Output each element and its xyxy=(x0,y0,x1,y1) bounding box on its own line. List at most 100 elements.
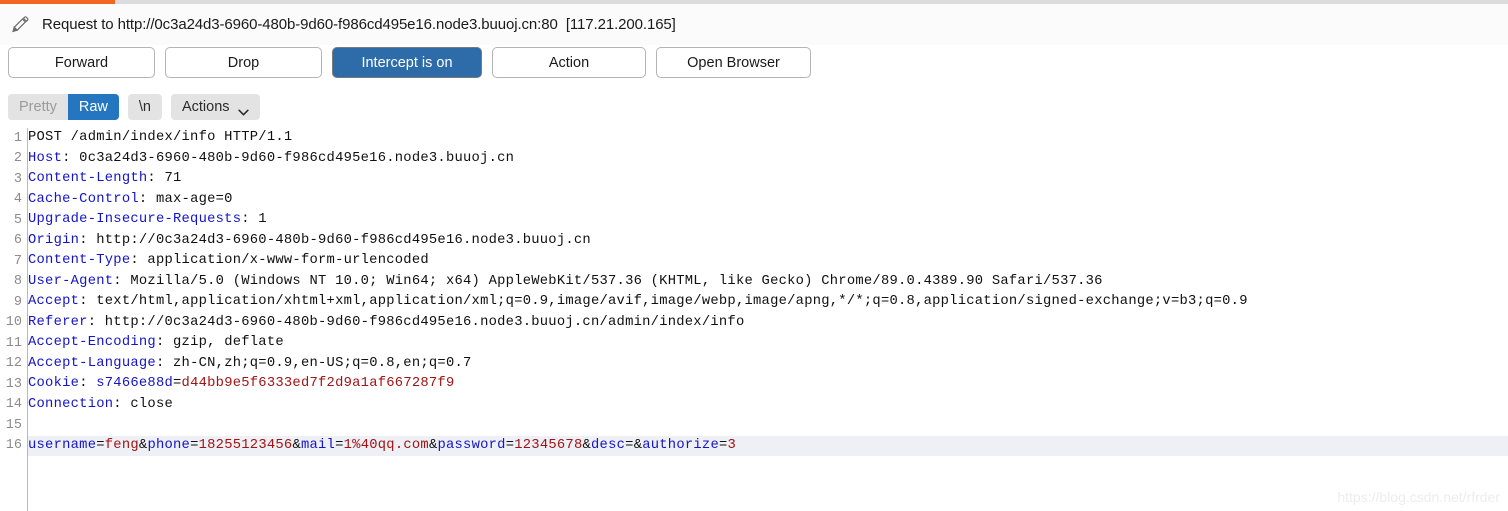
code-line[interactable]: 15 xyxy=(0,415,1508,436)
code-token: Origin xyxy=(28,232,80,248)
line-number: 12 xyxy=(5,356,22,372)
code-line[interactable]: 5 Upgrade-Insecure-Requests: 1 xyxy=(0,210,1508,231)
code-line[interactable]: 8 User-Agent: Mozilla/5.0 (Windows NT 10.… xyxy=(0,272,1508,293)
code-token: : 0c3a24d3-6960-480b-9d60-f986cd495e16.n… xyxy=(62,150,515,166)
code-token: Referer xyxy=(28,314,88,330)
code-token: feng xyxy=(104,437,139,453)
drop-button[interactable]: Drop xyxy=(165,47,322,78)
line-content[interactable]: Accept-Language: zh-CN,zh;q=0.9,en-US;q=… xyxy=(28,354,1508,375)
line-number: 11 xyxy=(5,335,22,351)
line-content[interactable]: User-Agent: Mozilla/5.0 (Windows NT 10.0… xyxy=(28,272,1508,293)
code-line[interactable]: 10 Referer: http://0c3a24d3-6960-480b-9d6… xyxy=(0,313,1508,334)
code-token: d44bb9e5f6333ed7f2d9a1af667287f9 xyxy=(181,376,455,391)
line-content[interactable] xyxy=(28,415,1508,436)
code-token: mail xyxy=(300,437,336,453)
line-content[interactable]: POST /admin/index/info HTTP/1.1 xyxy=(28,128,1508,149)
line-number: 16 xyxy=(5,438,22,454)
watermark: https://blog.csdn.net/rfrder xyxy=(1337,489,1500,505)
code-line[interactable]: 7 Content-Type: application/x-www-form-ur… xyxy=(0,251,1508,272)
intercept-toggle-button[interactable]: Intercept is on xyxy=(332,47,482,78)
actions-menu-button[interactable]: Actions xyxy=(170,94,260,120)
code-token: = xyxy=(505,437,515,453)
code-token: password xyxy=(437,437,506,453)
line-number: 4 xyxy=(13,192,22,208)
code-token: 1%40qq.com xyxy=(343,437,429,453)
line-number: 2 xyxy=(13,151,22,167)
line-content[interactable]: Upgrade-Insecure-Requests: 1 xyxy=(28,210,1508,231)
code-token: = xyxy=(96,437,105,453)
code-token: : 71 xyxy=(147,171,182,186)
code-line[interactable]: 16 username=feng&phone=18255123456&mail=1… xyxy=(0,435,1508,456)
tab-pretty[interactable]: Pretty xyxy=(8,94,68,120)
code-line[interactable]: 3 Content-Length: 71 xyxy=(0,169,1508,190)
code-token: & xyxy=(292,437,301,453)
code-line[interactable]: 4 Cache-Control: max-age=0 xyxy=(0,190,1508,211)
line-number: 3 xyxy=(13,171,22,187)
code-line[interactable]: 6 Origin: http://0c3a24d3-6960-480b-9d60-… xyxy=(0,231,1508,252)
code-line[interactable]: 12 Accept-Language: zh-CN,zh;q=0.9,en-US;… xyxy=(0,354,1508,375)
action-button[interactable]: Action xyxy=(492,47,646,78)
code-line[interactable]: 2 Host: 0c3a24d3-6960-480b-9d60-f986cd495… xyxy=(0,149,1508,170)
view-mode-segmented-control: Pretty Raw xyxy=(8,94,119,120)
code-token: = xyxy=(718,437,728,453)
line-content[interactable]: Content-Type: application/x-www-form-url… xyxy=(28,251,1508,272)
code-token: phone xyxy=(147,437,191,453)
code-token: desc xyxy=(591,437,626,453)
line-content[interactable]: Cache-Control: max-age=0 xyxy=(28,190,1508,211)
pencil-icon xyxy=(10,14,32,36)
raw-request-editor[interactable]: 1 POST /admin/index/info HTTP/1.1 2 Host: 0… xyxy=(0,128,1508,511)
code-token: User-Agent xyxy=(28,273,114,289)
code-token: Accept-Language xyxy=(28,355,156,371)
code-token: = xyxy=(173,376,182,391)
line-content[interactable]: Accept-Encoding: gzip, deflate xyxy=(28,333,1508,354)
tab-raw[interactable]: Raw xyxy=(67,94,119,120)
open-browser-button[interactable]: Open Browser xyxy=(656,47,811,78)
line-number: 5 xyxy=(13,212,22,228)
tab-newline[interactable]: \n xyxy=(127,94,162,120)
code-line[interactable]: 14 Connection: close xyxy=(0,395,1508,416)
code-token: s7466e88d xyxy=(96,376,174,391)
line-number: 9 xyxy=(13,294,22,310)
code-token: Upgrade-Insecure-Requests xyxy=(28,212,242,227)
line-content[interactable]: Accept: text/html,application/xhtml+xml,… xyxy=(28,292,1508,313)
code-token: : application/x-www-form-urlencoded xyxy=(130,253,429,268)
line-content[interactable]: Content-Length: 71 xyxy=(28,169,1508,190)
code-token: authorize xyxy=(642,437,719,453)
line-number: 13 xyxy=(5,376,22,392)
title-bar: Request to http://0c3a24d3-6960-480b-9d6… xyxy=(0,4,1508,45)
code-token: = xyxy=(190,437,199,453)
line-content[interactable]: Host: 0c3a24d3-6960-480b-9d60-f986cd495e… xyxy=(28,149,1508,170)
code-token: Host xyxy=(28,150,63,166)
line-number: 8 xyxy=(13,274,22,290)
code-token: : http://0c3a24d3-6960-480b-9d60-f986cd4… xyxy=(87,314,745,330)
code-token: Cache-Control xyxy=(28,191,139,207)
code-token: 12345678 xyxy=(514,437,583,453)
line-number: 6 xyxy=(13,233,22,249)
code-token: & xyxy=(633,437,643,453)
line-content[interactable]: Origin: http://0c3a24d3-6960-480b-9d60-f… xyxy=(28,231,1508,252)
code-token: & xyxy=(582,437,592,453)
line-number: 10 xyxy=(5,315,22,331)
code-line[interactable]: 1 POST /admin/index/info HTTP/1.1 xyxy=(0,128,1508,149)
line-content[interactable]: username=feng&phone=18255123456&mail=1%4… xyxy=(28,435,1508,456)
intercept-toolbar: Forward Drop Intercept is on Action Open… xyxy=(8,47,811,78)
code-token: Connection xyxy=(28,396,114,412)
line-content[interactable]: Referer: http://0c3a24d3-6960-480b-9d60-… xyxy=(28,313,1508,334)
code-line[interactable]: 11 Accept-Encoding: gzip, deflate xyxy=(0,333,1508,354)
code-token: : zh-CN,zh;q=0.9,en-US;q=0.8,en;q=0.7 xyxy=(155,355,472,371)
actions-menu-label: Actions xyxy=(181,99,230,115)
code-token: POST /admin/index/info HTTP/1.1 xyxy=(28,130,293,145)
line-content[interactable]: Connection: close xyxy=(28,395,1508,416)
code-token: 3 xyxy=(727,437,737,453)
code-token: 18255123456 xyxy=(198,437,293,453)
code-token: : Mozilla/5.0 (Windows NT 10.0; Win64; x… xyxy=(113,273,1103,289)
forward-button[interactable]: Forward xyxy=(8,47,155,78)
line-number: 1 xyxy=(13,130,22,146)
code-token: = xyxy=(625,437,634,453)
code-line[interactable]: 9 Accept: text/html,application/xhtml+xml… xyxy=(0,292,1508,313)
code-line[interactable]: 13 Cookie: s7466e88d=d44bb9e5f6333ed7f2d9… xyxy=(0,374,1508,395)
line-content[interactable]: Cookie: s7466e88d=d44bb9e5f6333ed7f2d9a1… xyxy=(28,374,1508,395)
code-line-list: 1 POST /admin/index/info HTTP/1.1 2 Host: 0… xyxy=(0,128,1508,456)
line-number: 7 xyxy=(13,253,22,269)
code-token: : max-age=0 xyxy=(138,191,233,207)
